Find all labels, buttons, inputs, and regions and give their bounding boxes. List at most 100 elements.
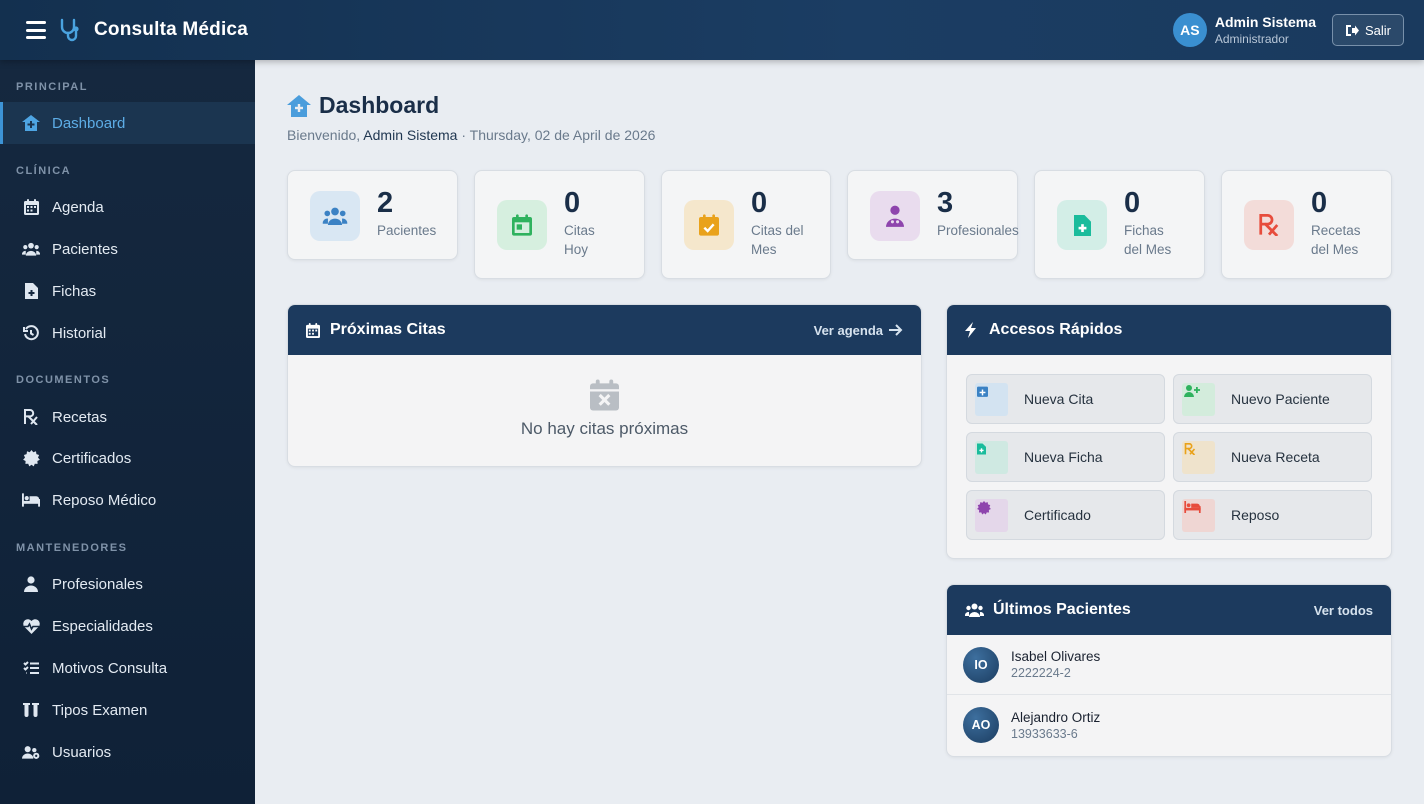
certificate-icon <box>975 498 1008 532</box>
file-medical-icon <box>22 282 40 300</box>
quick-certificate-button[interactable]: Certificado <box>966 490 1165 540</box>
sidebar-item-usuarios[interactable]: Usuarios <box>0 731 255 773</box>
list-item[interactable]: IO Isabel Olivares 2222224-2 <box>947 635 1391 695</box>
users-icon <box>965 602 985 618</box>
patient-rut: 2222224-2 <box>1011 666 1071 680</box>
quick-label: Certificado <box>1024 507 1091 523</box>
quick-rest-button[interactable]: Reposo <box>1173 490 1372 540</box>
user-plus-icon <box>1182 382 1215 416</box>
sidebar-item-dashboard[interactable]: Dashboard <box>0 102 255 144</box>
sidebar: PRINCIPAL Dashboard CLÍNICA Agenda Pacie… <box>0 60 255 804</box>
sidebar-item-recetas[interactable]: Recetas <box>0 396 255 438</box>
nav-section-documentos: DOCUMENTOS <box>16 374 111 386</box>
file-medical-icon <box>1057 200 1107 250</box>
welcome-user: Admin Sistema <box>363 127 458 143</box>
panel-title: Últimos Pacientes <box>993 601 1131 618</box>
prescription-icon <box>1182 440 1215 474</box>
sidebar-item-label: Certificados <box>52 449 132 467</box>
nav-section-mantenedores: MANTENEDORES <box>16 542 128 554</box>
history-icon <box>22 324 40 342</box>
stethoscope-icon <box>60 18 79 42</box>
view-agenda-link[interactable]: Ver agenda <box>814 323 903 338</box>
arrow-right-icon <box>889 324 903 336</box>
sidebar-item-label: Pacientes <box>52 240 118 258</box>
user-name: Admin Sistema <box>1214 14 1316 30</box>
stat-value: 0 <box>751 187 768 219</box>
sidebar-item-label: Usuarios <box>52 743 112 761</box>
stat-value: 3 <box>937 187 954 219</box>
sidebar-item-agenda[interactable]: Agenda <box>0 186 255 228</box>
calendar-check-icon <box>684 200 734 250</box>
top-bar: Consulta Médica AS Admin Sistema Adminis… <box>0 0 1424 60</box>
stat-value: 0 <box>564 187 581 219</box>
sidebar-item-label: Reposo Médico <box>52 491 157 509</box>
stat-value: 0 <box>1311 187 1328 219</box>
panel-header: Accesos Rápidos <box>947 305 1391 355</box>
sidebar-item-label: Fichas <box>52 282 97 300</box>
heartbeat-icon <box>22 617 40 635</box>
nav-section-principal: PRINCIPAL <box>16 81 88 93</box>
sidebar-item-certificados[interactable]: Certificados <box>0 437 255 479</box>
panel-title: Accesos Rápidos <box>989 321 1123 338</box>
quick-new-prescription-button[interactable]: Nueva Receta <box>1173 432 1372 482</box>
calendar-icon <box>22 198 40 216</box>
user-role: Administrador <box>1214 32 1289 46</box>
stat-card-pacientes[interactable]: 2 Pacientes <box>287 170 458 260</box>
sidebar-item-label: Historial <box>52 324 107 342</box>
users-icon <box>310 191 360 241</box>
page-title: Dashboard <box>319 92 440 118</box>
sidebar-item-pacientes[interactable]: Pacientes <box>0 228 255 270</box>
sidebar-item-label: Especialidades <box>52 617 153 635</box>
list-item[interactable]: AO Alejandro Ortiz 13933633-6 <box>947 695 1391 755</box>
stat-label: Citas Hoy <box>564 223 595 257</box>
empty-state-text: No hay citas próximas <box>520 419 689 438</box>
sidebar-item-profesionales[interactable]: Profesionales <box>0 563 255 605</box>
users-cog-icon <box>22 743 40 761</box>
patient-name: Isabel Olivares <box>1011 649 1101 664</box>
sidebar-item-label: Agenda <box>52 198 104 216</box>
users-icon <box>22 240 40 258</box>
quick-label: Nuevo Paciente <box>1231 391 1330 407</box>
quick-new-appointment-button[interactable]: Nueva Cita <box>966 374 1165 424</box>
calendar-day-icon <box>497 200 547 250</box>
welcome-date: · Thursday, 02 de April de 2026 <box>461 127 656 143</box>
stat-card-citas-hoy[interactable]: 0 Citas Hoy <box>474 170 645 279</box>
app-title: Consulta Médica <box>94 19 248 40</box>
patient-info: Alejandro Ortiz 13933633-6 <box>1011 710 1100 741</box>
logout-label: Salir <box>1364 22 1391 38</box>
quick-label: Nueva Ficha <box>1024 449 1103 465</box>
sidebar-item-label: Recetas <box>52 408 108 426</box>
panel-title: Próximas Citas <box>330 321 446 338</box>
avatar: IO <box>963 646 999 683</box>
patient-rut: 13933633-6 <box>1011 726 1078 741</box>
stat-card-citas-mes[interactable]: 0 Citas del Mes <box>661 170 831 279</box>
sidebar-item-reposo-medico[interactable]: Reposo Médico <box>0 479 255 521</box>
home-medical-icon <box>22 114 40 132</box>
stat-card-profesionales[interactable]: 3 Profesionales <box>847 170 1019 260</box>
view-all-patients-link[interactable]: Ver todos <box>1314 603 1373 618</box>
calendar-plus-icon <box>975 382 1008 416</box>
sidebar-item-tipos-examen[interactable]: Tipos Examen <box>0 689 255 731</box>
sidebar-item-especialidades[interactable]: Especialidades <box>0 605 255 647</box>
menu-toggle-icon[interactable] <box>26 21 46 39</box>
stat-label: Recetas del Mes <box>1311 223 1361 257</box>
home-medical-icon <box>287 95 311 117</box>
logout-button[interactable]: Salir <box>1331 14 1404 46</box>
nav-section-clinica: CLÍNICA <box>16 165 72 177</box>
stat-card-recetas-mes[interactable]: 0 Recetas del Mes <box>1221 170 1392 279</box>
stat-card-fichas-mes[interactable]: 0 Fichas del Mes <box>1034 170 1205 279</box>
panel-header: Próximas Citas Ver agenda <box>288 305 921 355</box>
certificate-icon <box>22 449 40 467</box>
sidebar-item-historial[interactable]: Historial <box>0 312 255 354</box>
sidebar-item-motivos-consulta[interactable]: Motivos Consulta <box>0 647 255 689</box>
calendar-icon <box>306 322 322 338</box>
sidebar-item-fichas[interactable]: Fichas <box>0 270 255 312</box>
latest-patients-panel: Últimos Pacientes Ver todos IO Isabel Ol… <box>946 584 1392 757</box>
prescription-icon <box>1244 200 1294 250</box>
stat-label: Pacientes <box>377 223 437 238</box>
bed-icon <box>1182 498 1215 532</box>
quick-new-patient-button[interactable]: Nuevo Paciente <box>1173 374 1372 424</box>
sidebar-item-label: Motivos Consulta <box>52 659 168 677</box>
avatar[interactable]: AS <box>1172 13 1207 47</box>
quick-new-record-button[interactable]: Nueva Ficha <box>966 432 1165 482</box>
